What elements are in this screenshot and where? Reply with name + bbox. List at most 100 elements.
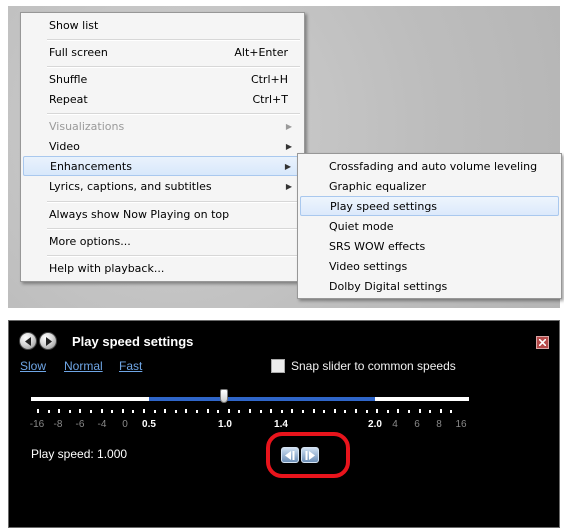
menu-item-full-screen[interactable]: Full screen Alt+Enter [23,43,302,63]
menu-item-label: Full screen [49,46,108,59]
slider-tick [387,410,389,413]
slider-tick [238,410,240,413]
menu-item-label: Help with playback... [49,262,165,275]
slider-tick [69,410,71,413]
slider-tick [419,409,421,413]
step-faster-button[interactable] [301,447,319,463]
menu-item-label: Graphic equalizer [329,180,426,193]
menu-separator [47,39,300,41]
slider-tick [334,409,336,413]
slider-tick [376,409,378,413]
menu-item-shuffle[interactable]: Shuffle Ctrl+H [23,70,302,90]
tick-label: 2.0 [368,419,382,430]
arrow-right-icon [46,337,52,346]
slider-tick [450,410,452,413]
menu-item-more-options[interactable]: More options... [23,232,302,252]
menu-item-label: More options... [49,235,131,248]
fast-link[interactable]: Fast [119,359,142,373]
enhancements-submenu: Crossfading and auto volume leveling Gra… [297,153,562,299]
submenu-arrow-icon: ▶ [285,142,292,151]
slider-tick [164,409,166,413]
submenu-arrow-icon: ▶ [285,182,292,191]
snap-slider-checkbox[interactable] [271,359,285,373]
close-icon [539,339,546,346]
menu-item-help-with-playback[interactable]: Help with playback... [23,259,302,279]
menu-separator [47,255,300,257]
menu-item-label: Enhancements [50,160,132,173]
menu-item-repeat[interactable]: Repeat Ctrl+T [23,90,302,110]
menu-item-label: Show list [49,19,99,32]
submenu-item-crossfading[interactable]: Crossfading and auto volume leveling [300,157,559,177]
tick-label: -8 [53,419,63,430]
slider-tick [143,409,145,413]
slider-tick [323,410,325,413]
slider-tick [397,409,399,413]
menu-item-label: Crossfading and auto volume leveling [329,160,538,173]
slider-tick [408,410,410,413]
slider-tick [302,410,304,413]
submenu-item-quiet-mode[interactable]: Quiet mode [300,217,559,237]
normal-link[interactable]: Normal [64,359,103,373]
slider-tick [313,409,315,413]
tick-label: 1.0 [218,419,232,430]
tick-label: -4 [97,419,107,430]
slider-tick [111,410,113,413]
menu-item-label: Dolby Digital settings [329,280,448,293]
menu-item-visualizations[interactable]: Visualizations ▶ [23,117,302,137]
slider-tick [207,409,209,413]
slider-tick [270,409,272,413]
play-speed-readout: Play speed: 1.000 [31,447,128,461]
submenu-item-video-settings[interactable]: Video settings [300,257,559,277]
menu-item-video[interactable]: Video ▶ [23,137,302,157]
submenu-arrow-icon: ▶ [284,162,291,171]
menu-item-label: Always show Now Playing on top [49,208,230,221]
close-button[interactable] [536,336,549,349]
menu-item-lyrics-captions-subtitles[interactable]: Lyrics, captions, and subtitles ▶ [23,177,302,197]
slider-tick [291,409,293,413]
submenu-item-play-speed-settings[interactable]: Play speed settings [300,196,559,216]
menu-item-label: Lyrics, captions, and subtitles [49,180,212,193]
tick-label: -16 [29,419,45,430]
slider-tick [440,409,442,413]
speed-slider-thumb[interactable] [220,389,228,403]
menu-item-always-on-top[interactable]: Always show Now Playing on top [23,205,302,225]
menu-item-shortcut: Ctrl+H [250,73,288,86]
slider-tick [48,410,50,413]
slider-tick [58,409,60,413]
step-forward-icon [305,451,315,460]
slider-tick [228,409,230,413]
submenu-item-dolby-digital-settings[interactable]: Dolby Digital settings [300,277,559,297]
tick-label: -6 [75,419,85,430]
player-context-menu: Show list Full screen Alt+Enter Shuffle … [20,12,305,282]
menu-separator [47,66,300,68]
menu-separator [47,228,300,230]
slider-tick [185,409,187,413]
tick-label: 0 [122,419,128,430]
tick-label: 0.5 [142,419,156,430]
menu-item-label: Visualizations [49,120,125,133]
menu-separator [47,113,300,115]
menu-separator [47,201,300,203]
slider-tick [281,410,283,413]
step-slower-button[interactable] [281,447,299,463]
menu-item-shortcut: Alt+Enter [234,46,288,59]
slider-tick [260,410,262,413]
tick-label: 6 [414,419,420,430]
menu-item-enhancements[interactable]: Enhancements ▶ [23,156,302,176]
submenu-item-graphic-equalizer[interactable]: Graphic equalizer [300,177,559,197]
slow-link[interactable]: Slow [20,359,46,373]
arrow-left-icon [25,337,31,346]
menu-item-label: Shuffle [49,73,88,86]
slider-tick [196,410,198,413]
slider-tick [217,410,219,413]
slider-tick [154,410,156,413]
previous-enhancement-button[interactable] [19,332,37,350]
slider-tick [37,409,39,413]
slider-tick [79,409,81,413]
slider-tick [101,409,103,413]
next-enhancement-button[interactable] [39,332,57,350]
slider-tick [249,409,251,413]
slider-tick [132,410,134,413]
menu-item-show-list[interactable]: Show list [23,16,302,36]
submenu-item-srs-wow-effects[interactable]: SRS WOW effects [300,237,559,257]
